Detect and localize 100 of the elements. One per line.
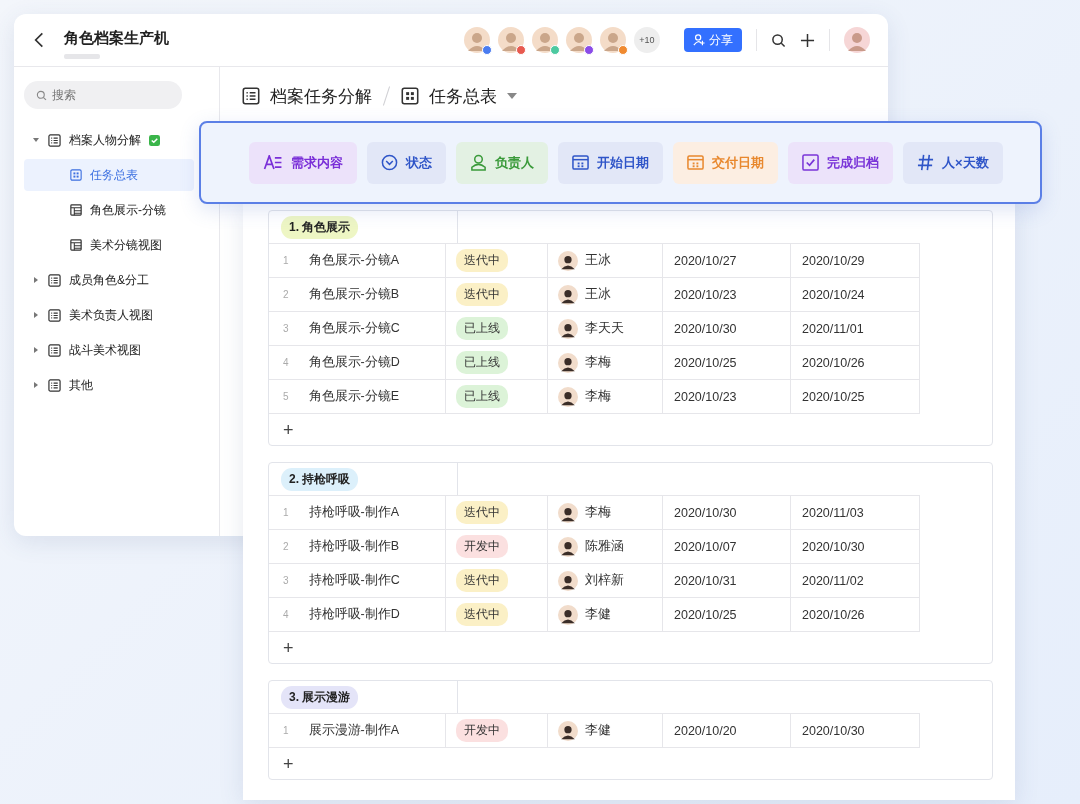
avatar — [558, 502, 578, 523]
table-cell: 2020/10/27 — [674, 253, 737, 268]
group-tag[interactable]: 3. 展示漫游 — [281, 685, 359, 709]
table-cell: 王冰 — [585, 252, 611, 269]
hash-icon — [917, 154, 934, 171]
tree-item[interactable]: 美术分镜视图 — [24, 229, 194, 261]
row-number: 4 — [283, 609, 289, 620]
field-type-chip[interactable]: 人×天数 — [903, 141, 1003, 184]
table-cell: 角色展示-分镜E — [308, 388, 400, 405]
dropdown-icon — [381, 154, 398, 171]
avatar[interactable] — [498, 27, 524, 53]
window-title: 角色档案生产机 — [64, 29, 169, 48]
tree-item[interactable]: 其他 — [24, 369, 194, 401]
back-icon[interactable] — [34, 32, 44, 48]
status-tag: 已上线 — [456, 385, 508, 408]
group-tag[interactable]: 2. 持枪呼吸 — [281, 467, 359, 491]
subtitle-bar — [64, 54, 100, 59]
caret-icon[interactable] — [32, 136, 40, 144]
table-cell: 2020/10/26 — [802, 607, 865, 622]
avatar — [558, 386, 578, 407]
table-cell: 2020/10/31 — [674, 573, 737, 588]
status-tag: 迭代中 — [456, 569, 508, 592]
status-tag: 迭代中 — [456, 283, 508, 306]
row-number: 3 — [283, 323, 289, 334]
table-cell: 2020/10/07 — [674, 539, 737, 554]
breadcrumb-item[interactable]: 任务总表 — [401, 84, 497, 108]
table-cell: 李健 — [585, 722, 611, 739]
table-cell: 王冰 — [585, 286, 611, 303]
table-cell: 2020/10/26 — [802, 355, 865, 370]
avatar — [558, 536, 578, 557]
grid-icon — [401, 87, 419, 105]
avatar — [558, 318, 578, 339]
add-person-icon — [693, 34, 705, 46]
table-cell: 2020/10/24 — [802, 287, 865, 302]
share-button[interactable]: 分享 — [684, 28, 742, 52]
table-cell: 2020/10/25 — [674, 607, 737, 622]
caret-icon[interactable] — [32, 346, 40, 354]
row-number: 1 — [283, 725, 289, 736]
search-icon[interactable] — [771, 32, 786, 48]
row-number: 2 — [283, 541, 289, 552]
caret-icon[interactable] — [32, 276, 40, 284]
tree-item[interactable]: 战斗美术视图 — [24, 334, 194, 366]
checkbox-icon — [802, 154, 819, 171]
status-tag: 迭代中 — [456, 603, 508, 626]
table-cell: 李梅 — [585, 354, 611, 371]
field-type-chip[interactable]: 完成归档 — [788, 141, 893, 184]
table-cell: 持枪呼吸-制作B — [308, 538, 400, 555]
tree-item[interactable]: 任务总表 — [24, 159, 194, 191]
table-cell: 李梅 — [585, 504, 611, 521]
breadcrumb-item[interactable]: 档案任务分解 — [242, 84, 372, 108]
table-cell: 刘梓新 — [585, 572, 624, 589]
list-icon — [48, 308, 61, 322]
more-count[interactable]: +10 — [634, 27, 660, 53]
avatar[interactable] — [566, 27, 592, 53]
field-type-chip[interactable]: 开始日期 — [558, 141, 663, 184]
user-avatar[interactable] — [844, 27, 870, 53]
caret-icon[interactable] — [32, 311, 40, 319]
avatar[interactable] — [464, 27, 490, 53]
status-tag: 迭代中 — [456, 501, 508, 524]
avatar — [558, 352, 578, 373]
tree-item[interactable]: 美术负责人视图 — [24, 299, 194, 331]
table-cell: 2020/10/30 — [802, 539, 865, 554]
avatar — [558, 284, 578, 305]
field-type-chip[interactable]: 需求内容 — [249, 141, 357, 184]
row-number: 3 — [283, 575, 289, 586]
avatar — [558, 250, 578, 271]
avatar — [558, 720, 578, 741]
field-type-chip[interactable]: 状态 — [367, 141, 446, 184]
text-field-icon — [263, 155, 283, 170]
avatar — [558, 570, 578, 591]
status-tag: 开发中 — [456, 535, 508, 558]
group-tag[interactable]: 1. 角色展示 — [281, 215, 359, 239]
add-row-button[interactable]: + — [283, 420, 294, 439]
table-cell: 2020/11/01 — [802, 321, 864, 336]
list-icon — [242, 87, 260, 105]
table-cell: 2020/10/30 — [674, 321, 737, 336]
list-icon — [48, 133, 61, 147]
table-cell: 2020/10/23 — [674, 287, 737, 302]
table-cell: 李健 — [585, 606, 611, 623]
search-field[interactable]: 搜索 — [24, 81, 182, 109]
table-cell: 2020/10/20 — [674, 723, 737, 738]
status-tag: 迭代中 — [456, 249, 508, 272]
tree-item[interactable]: 角色展示-分镜 — [24, 194, 194, 226]
table-cell: 2020/10/25 — [674, 355, 737, 370]
table-cell: 角色展示-分镜C — [308, 320, 400, 337]
row-number: 4 — [283, 357, 289, 368]
tree-item[interactable]: 成员角色&分工 — [24, 264, 194, 296]
table-cell: 2020/11/02 — [802, 573, 864, 588]
table-cell: 2020/11/03 — [802, 505, 864, 520]
dropdown-caret-icon[interactable] — [507, 93, 517, 99]
add-row-button[interactable]: + — [283, 754, 294, 773]
caret-icon[interactable] — [32, 381, 40, 389]
table-icon — [70, 239, 82, 251]
table-cell: 2020/10/30 — [674, 505, 737, 520]
avatar[interactable] — [600, 27, 626, 53]
list-icon — [48, 343, 61, 357]
tree-item[interactable]: 档案人物分解 — [24, 124, 194, 156]
add-row-button[interactable]: + — [283, 638, 294, 657]
row-number: 5 — [283, 391, 289, 402]
plus-icon[interactable] — [800, 32, 815, 48]
